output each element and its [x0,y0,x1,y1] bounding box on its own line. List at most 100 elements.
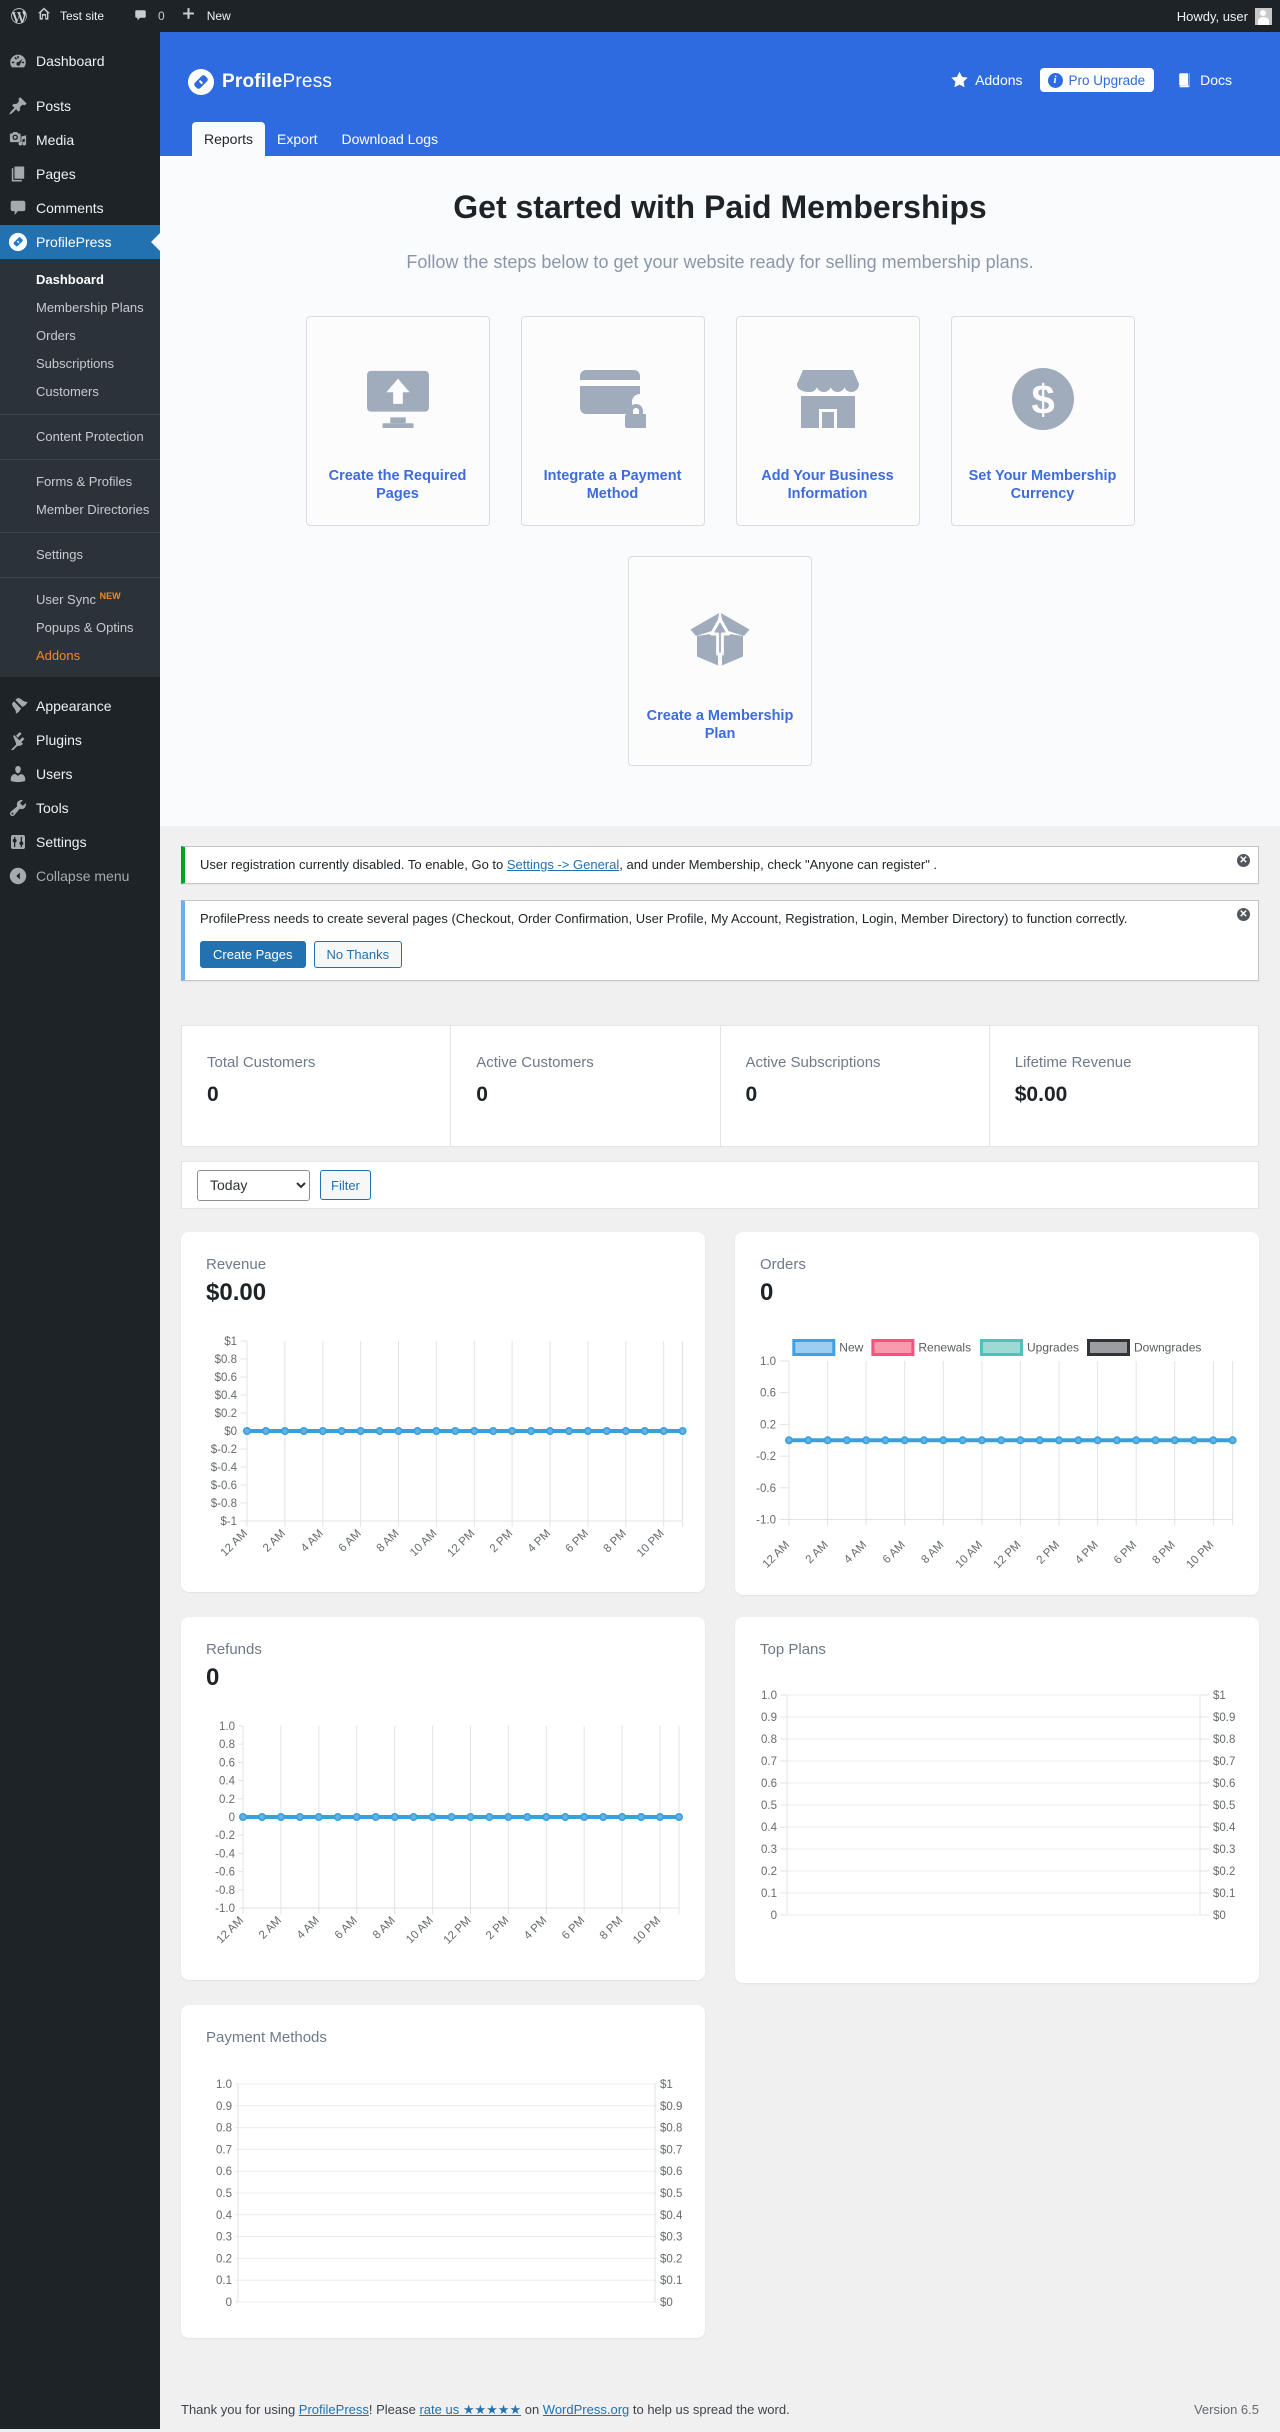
svg-text:$-0.8: $-0.8 [211,1498,237,1510]
svg-text:4 PM: 4 PM [1073,1539,1100,1566]
svg-text:$0: $0 [1213,1910,1226,1922]
svg-text:12 PM: 12 PM [442,1915,474,1947]
svg-text:8 PM: 8 PM [1150,1539,1177,1566]
svg-text:-0.6: -0.6 [215,1867,235,1879]
svg-text:0.9: 0.9 [216,2101,232,2113]
svg-text:-0.6: -0.6 [756,1483,776,1495]
svg-text:$0.4: $0.4 [1213,1822,1236,1834]
svg-text:0.2: 0.2 [219,1794,235,1806]
svg-text:6 PM: 6 PM [564,1528,591,1555]
svg-text:0.7: 0.7 [761,1756,777,1768]
svg-text:6 PM: 6 PM [1112,1539,1139,1566]
svg-text:0.3: 0.3 [761,1844,777,1856]
svg-text:$0: $0 [224,1426,237,1438]
svg-text:0.6: 0.6 [219,1757,235,1769]
svg-text:6 PM: 6 PM [560,1915,587,1942]
svg-text:10 PM: 10 PM [631,1915,663,1947]
svg-text:$0.7: $0.7 [660,2144,682,2156]
svg-text:$0.8: $0.8 [660,2123,682,2135]
svg-text:0.2: 0.2 [760,1419,776,1431]
svg-text:0.9: 0.9 [761,1712,777,1724]
svg-text:$-0.6: $-0.6 [211,1480,237,1492]
svg-text:$0.6: $0.6 [1213,1778,1235,1790]
svg-text:$0.3: $0.3 [1213,1844,1235,1856]
svg-text:12 AM: 12 AM [215,1915,247,1947]
svg-text:2 AM: 2 AM [261,1528,288,1555]
svg-text:10 PM: 10 PM [635,1528,667,1560]
svg-text:0.2: 0.2 [216,2253,232,2265]
svg-text:8 AM: 8 AM [375,1528,402,1555]
svg-text:1.0: 1.0 [761,1690,777,1702]
svg-text:$0.2: $0.2 [215,1408,237,1420]
svg-text:2 PM: 2 PM [488,1528,515,1555]
svg-text:$0.3: $0.3 [660,2232,682,2244]
svg-text:$: $ [1031,376,1054,423]
svg-text:6 AM: 6 AM [333,1915,360,1942]
svg-text:1.0: 1.0 [760,1356,776,1368]
svg-text:$0.8: $0.8 [215,1354,237,1366]
svg-text:4 PM: 4 PM [526,1528,553,1555]
svg-text:12 AM: 12 AM [761,1539,793,1571]
svg-text:$0.1: $0.1 [660,2275,682,2287]
svg-text:0.4: 0.4 [216,2210,233,2222]
svg-text:0.7: 0.7 [216,2144,232,2156]
svg-text:0.5: 0.5 [216,2188,232,2200]
svg-text:-0.4: -0.4 [215,1848,235,1860]
svg-text:0.2: 0.2 [761,1866,777,1878]
svg-text:$0.9: $0.9 [1213,1712,1235,1724]
svg-text:2 AM: 2 AM [257,1915,284,1942]
svg-text:10 AM: 10 AM [953,1539,985,1571]
svg-text:8 PM: 8 PM [601,1528,628,1555]
svg-text:$0.4: $0.4 [660,2210,683,2222]
svg-text:$0.7: $0.7 [1213,1756,1235,1768]
svg-text:$0: $0 [660,2297,673,2309]
svg-text:$0.5: $0.5 [1213,1800,1235,1812]
svg-text:$-0.4: $-0.4 [211,1462,238,1474]
svg-text:0.8: 0.8 [216,2123,232,2135]
svg-text:0.4: 0.4 [219,1776,236,1788]
svg-text:8 AM: 8 AM [371,1915,398,1942]
svg-text:$0.9: $0.9 [660,2101,682,2113]
svg-text:12 PM: 12 PM [992,1539,1024,1571]
svg-text:$0.6: $0.6 [215,1372,237,1384]
svg-text:Renewals: Renewals [918,1341,971,1355]
svg-text:4 AM: 4 AM [842,1539,869,1566]
svg-text:$1: $1 [660,2079,673,2091]
svg-text:4 AM: 4 AM [295,1915,322,1942]
svg-text:$0.6: $0.6 [660,2166,682,2178]
svg-text:0.4: 0.4 [761,1822,778,1834]
svg-text:-1.0: -1.0 [756,1515,776,1527]
svg-text:0.6: 0.6 [761,1778,777,1790]
svg-text:0.8: 0.8 [219,1739,235,1751]
svg-text:$-0.2: $-0.2 [211,1444,237,1456]
svg-text:2 PM: 2 PM [1035,1539,1062,1566]
svg-text:1.0: 1.0 [219,1721,235,1733]
svg-text:$0.2: $0.2 [1213,1866,1235,1878]
svg-text:0.1: 0.1 [216,2275,232,2287]
svg-text:10 PM: 10 PM [1184,1539,1216,1571]
svg-text:$0.2: $0.2 [660,2253,682,2265]
svg-text:New: New [839,1341,863,1355]
svg-text:Upgrades: Upgrades [1027,1341,1079,1355]
svg-text:2 PM: 2 PM [484,1915,511,1942]
svg-text:10 AM: 10 AM [404,1915,436,1947]
svg-text:8 PM: 8 PM [598,1915,625,1942]
svg-text:$0.8: $0.8 [1213,1734,1235,1746]
svg-text:12 PM: 12 PM [445,1528,477,1560]
svg-text:$-1: $-1 [220,1516,237,1528]
svg-text:-1.0: -1.0 [215,1903,235,1915]
svg-text:0: 0 [771,1910,777,1922]
svg-text:6 AM: 6 AM [337,1528,364,1555]
svg-text:12 AM: 12 AM [219,1528,251,1560]
svg-text:4 PM: 4 PM [522,1915,549,1942]
svg-text:$1: $1 [224,1336,237,1348]
svg-text:$0.5: $0.5 [660,2188,682,2200]
svg-text:$1: $1 [1213,1690,1226,1702]
svg-text:0.8: 0.8 [761,1734,777,1746]
svg-text:0.6: 0.6 [760,1388,776,1400]
svg-text:0.1: 0.1 [761,1888,777,1900]
svg-text:0.3: 0.3 [216,2232,232,2244]
svg-text:0.5: 0.5 [761,1800,777,1812]
svg-text:-0.8: -0.8 [215,1885,235,1897]
svg-text:0: 0 [229,1812,235,1824]
